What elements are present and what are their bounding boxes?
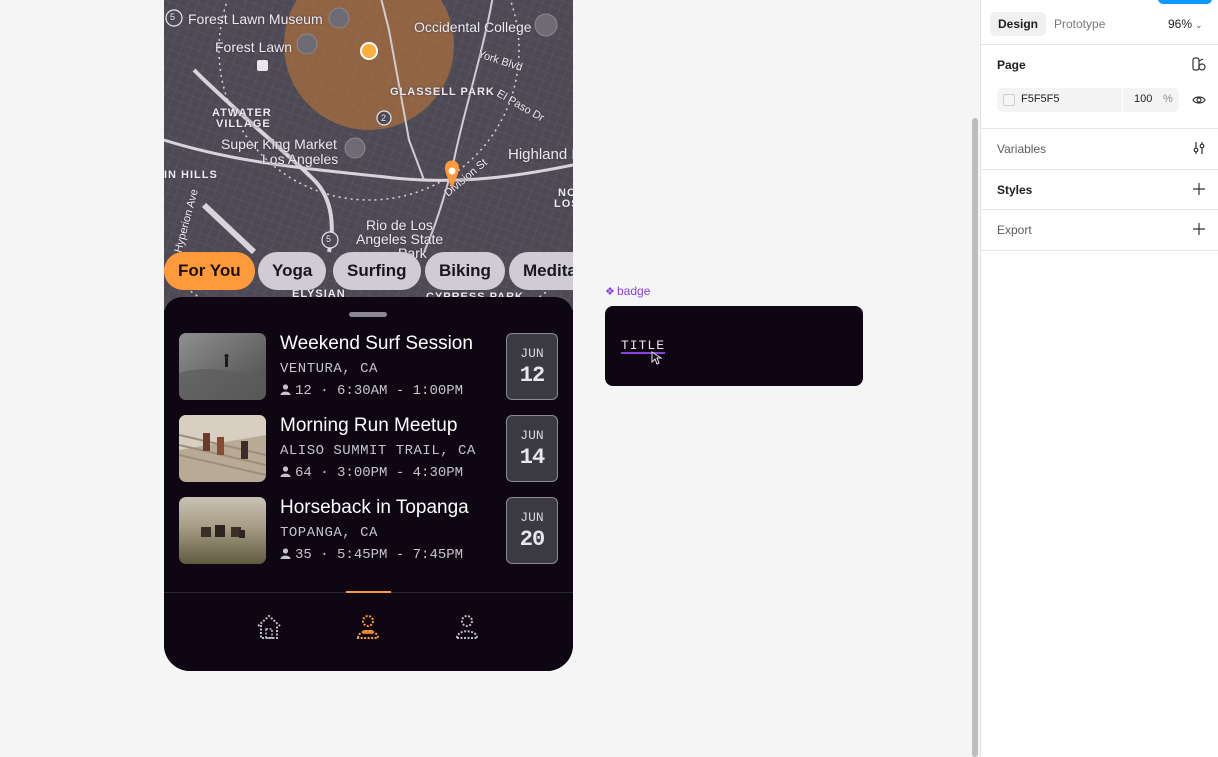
opacity-unit: % — [1163, 93, 1173, 105]
local-styles-icon[interactable] — [1192, 57, 1206, 71]
event-time: 3:00PM - 4:30PM — [337, 465, 464, 481]
tab-prototype[interactable]: Prototype — [1046, 12, 1113, 36]
map-label: Forest Lawn — [215, 39, 293, 55]
component-name: badge — [617, 284, 651, 298]
bottom-nav — [164, 591, 573, 671]
event-location: TOPANGA, CA — [280, 525, 378, 541]
event-time: 5:45PM - 7:45PM — [337, 547, 464, 563]
event-month: JUN — [520, 428, 544, 443]
event-location: ALISO SUMMIT TRAIL, CA — [280, 443, 476, 459]
cursor-icon — [651, 351, 663, 365]
chip-meditation[interactable]: Medita — [509, 252, 573, 290]
event-card[interactable]: Morning Run Meetup ALISO SUMMIT TRAIL, C… — [179, 415, 559, 483]
map-label: Highland P — [508, 146, 573, 163]
map-label: Los Angeles — [262, 151, 339, 167]
events-sheet: Weekend Surf Session VENTURA, CA 12 · 6:… — [164, 297, 573, 671]
event-date-badge: JUN 12 — [506, 333, 558, 400]
event-day: 12 — [519, 363, 545, 388]
eye-icon[interactable] — [1192, 93, 1206, 107]
sheet-drag-handle[interactable] — [349, 312, 387, 317]
chevron-down-icon: ⌄ — [1195, 20, 1203, 30]
component-label[interactable]: ❖ badge — [605, 284, 650, 298]
profile-icon[interactable] — [453, 613, 481, 641]
route-shield-label: 5 — [326, 234, 332, 244]
tab-design[interactable]: Design — [990, 12, 1047, 36]
zoom-dropdown[interactable]: 96% ⌄ — [1168, 12, 1203, 36]
event-day: 14 — [519, 445, 545, 470]
event-title: Morning Run Meetup — [280, 415, 458, 436]
event-attendees: 64 — [295, 465, 312, 481]
panel-tabs: Design Prototype 96% ⌄ — [981, 0, 1218, 45]
home-icon[interactable] — [255, 613, 283, 641]
map-label: GLASSELL PARK — [390, 86, 495, 98]
nav-active-indicator — [346, 591, 391, 593]
map-label: IN HILLS — [164, 169, 218, 181]
export-title: Export — [997, 223, 1032, 237]
person-icon — [280, 548, 291, 559]
component-icon: ❖ — [605, 286, 615, 298]
page-section-title: Page — [997, 58, 1026, 72]
field-divider — [1122, 88, 1123, 112]
category-chips: For You Yoga Surfing Biking Medita — [164, 252, 573, 292]
event-thumbnail — [179, 333, 266, 400]
map-label: Super King Market — [221, 136, 337, 152]
route-shield-label: 5 — [170, 12, 176, 22]
events-icon[interactable] — [354, 613, 382, 641]
color-swatch[interactable] — [1003, 94, 1015, 106]
map-label: Forest Lawn Museum — [188, 11, 323, 27]
styles-section: Styles — [981, 170, 1218, 210]
variables-title[interactable]: Variables — [997, 142, 1046, 156]
event-time: 6:30AM - 1:00PM — [337, 383, 464, 399]
page-color-hex[interactable]: F5F5F5 — [1021, 93, 1060, 105]
event-title: Weekend Surf Session — [280, 333, 473, 354]
event-location: VENTURA, CA — [280, 361, 378, 377]
event-attendees: 35 — [295, 547, 312, 563]
chip-surfing[interactable]: Surfing — [333, 252, 421, 290]
map-label: Occidental College — [414, 19, 532, 35]
variables-section: Variables — [981, 129, 1218, 170]
design-canvas[interactable]: Forest Lawn Museum Forest Lawn Occidenta… — [0, 0, 970, 757]
route-shield-label: 2 — [381, 113, 387, 123]
event-card[interactable]: Weekend Surf Session VENTURA, CA 12 · 6:… — [179, 333, 559, 401]
badge-component[interactable]: TITLE — [605, 306, 863, 386]
map-label: VILLAGE — [216, 118, 271, 130]
properties-panel: Design Prototype 96% ⌄ Page F5F5F5 100 % … — [980, 0, 1218, 757]
event-date-badge: JUN 14 — [506, 415, 558, 482]
person-icon — [280, 384, 291, 395]
event-attendees: 12 — [295, 383, 312, 399]
event-meta: 64 · 3:00PM - 4:30PM — [280, 465, 463, 481]
page-opacity-value[interactable]: 100 — [1134, 93, 1152, 105]
event-day: 20 — [519, 527, 545, 552]
event-title: Horseback in Topanga — [280, 497, 469, 518]
canvas-scrollbar-thumb[interactable] — [972, 118, 978, 757]
styles-title: Styles — [997, 183, 1033, 197]
add-export-icon[interactable] — [1192, 222, 1206, 236]
event-card[interactable]: Horseback in Topanga TOPANGA, CA 35 · 5:… — [179, 497, 559, 565]
chip-for-you[interactable]: For You — [164, 252, 255, 290]
person-icon — [280, 466, 291, 477]
zoom-value: 96% — [1168, 17, 1193, 31]
event-month: JUN — [520, 346, 544, 361]
phone-frame[interactable]: Forest Lawn Museum Forest Lawn Occidenta… — [164, 0, 573, 671]
event-date-badge: JUN 20 — [506, 497, 558, 564]
page-color-field[interactable]: F5F5F5 100 % — [997, 88, 1179, 112]
event-thumbnail — [179, 415, 266, 482]
variables-settings-icon[interactable] — [1192, 141, 1206, 155]
event-meta: 12 · 6:30AM - 1:00PM — [280, 383, 463, 399]
chip-biking[interactable]: Biking — [425, 252, 505, 290]
event-meta: 35 · 5:45PM - 7:45PM — [280, 547, 463, 563]
add-style-icon[interactable] — [1192, 182, 1206, 196]
event-thumbnail — [179, 497, 266, 564]
export-section: Export — [981, 210, 1218, 251]
page-section: Page — [981, 45, 1218, 129]
chip-yoga[interactable]: Yoga — [258, 252, 327, 290]
map-label: LOS — [554, 198, 573, 210]
event-month: JUN — [520, 510, 544, 525]
